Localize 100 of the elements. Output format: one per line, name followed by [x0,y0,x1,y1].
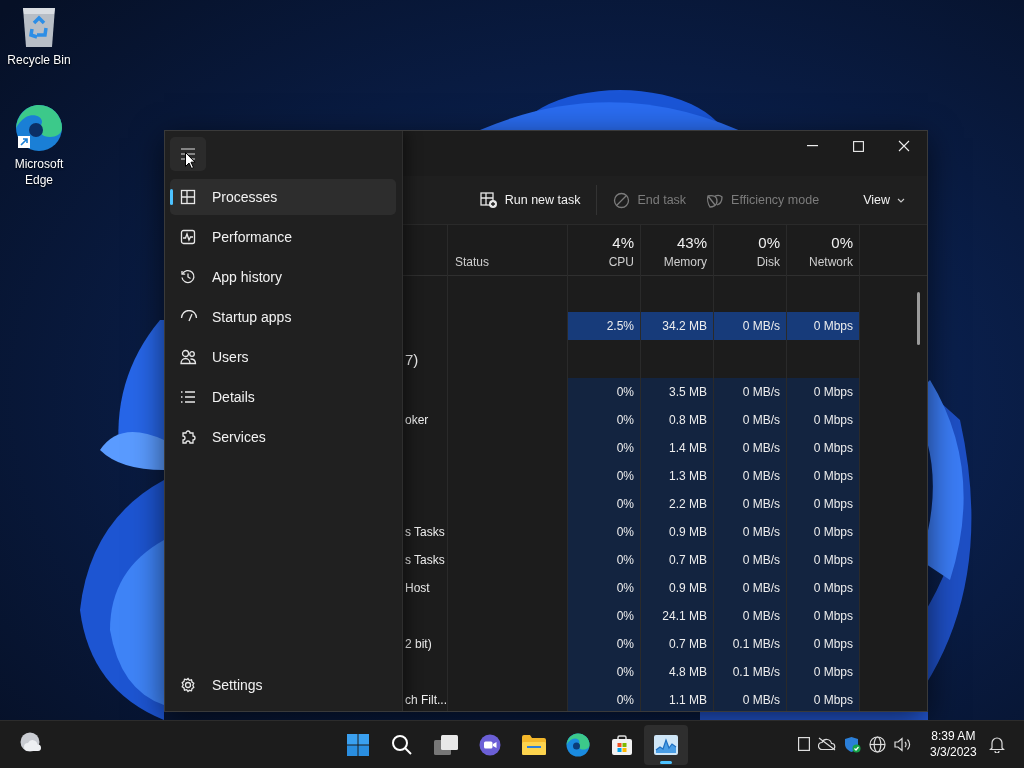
usage-cell: 0 Mbps [787,658,860,686]
usage-cell: 0.7 MB [641,630,714,658]
usage-cell: 0 Mbps [787,574,860,602]
nav-item[interactable]: Users [170,339,396,375]
column-label: Memory [663,255,707,269]
usage-percent: 0% [831,234,853,251]
usage-cell: 0.8 MB [641,406,714,434]
shortcut-label: Recycle Bin [7,52,71,68]
usage-percent: 43% [676,234,707,251]
column-label: Status [455,255,490,269]
usage-cell: 1.1 MB [641,686,714,711]
usage-cell: 0% [568,462,641,490]
shield-icon [844,735,861,753]
usage-cell: 2.5% [568,312,641,340]
usage-cell: 0 Mbps [787,490,860,518]
globe-icon [869,735,886,753]
usage-cell: 0 MB/s [714,602,787,630]
usage-cell: 0 Mbps [787,686,860,711]
browser-icon [15,104,63,152]
usage-cell: 0% [568,518,641,546]
usage-cell: 0 Mbps [787,546,860,574]
recycle-bin-icon [20,6,58,48]
folder-icon [522,735,546,755]
toolbar-button[interactable]: Run new task [471,185,589,215]
usage-percent: 0% [758,234,780,251]
usage-cell: 0% [568,490,641,518]
nav-item[interactable]: Startup apps [170,299,396,335]
users-icon [180,349,197,365]
nav-item[interactable]: Processes [170,179,396,215]
grid-icon [180,189,196,205]
usage-cell: 0.1 MB/s [714,658,787,686]
usage-cell: 0 MB/s [714,686,787,711]
view-menu-button[interactable]: View [855,187,913,213]
usage-cell: 24.1 MB [641,602,714,630]
usage-cell: 0 Mbps [787,434,860,462]
usage-cell: 0% [568,658,641,686]
group-heading: 7) [405,350,419,368]
weather-icon [19,732,43,754]
usage-cell: 0 MB/s [714,518,787,546]
nav-item[interactable]: Services [170,419,396,455]
usage-cell: 0 Mbps [787,630,860,658]
usage-cell: 0.1 MB/s [714,630,787,658]
usage-cell: 0 MB/s [714,378,787,406]
speedometer-icon [180,310,198,324]
usage-cell: 0.7 MB [641,546,714,574]
history-icon [180,269,196,285]
usage-cell: 4.8 MB [641,658,714,686]
usage-cell: 0 Mbps [787,462,860,490]
usage-cell: 0% [568,406,641,434]
process-name: ch Filt... [405,693,447,707]
usage-cell: 1.3 MB [641,462,714,490]
usage-cell: 0 Mbps [787,406,860,434]
usage-cell: 0 Mbps [787,378,860,406]
windows-icon [434,735,458,755]
usage-cell: 0 Mbps [787,602,860,630]
usage-cell: 0 MB/s [714,312,787,340]
minimize-icon [806,145,818,147]
usage-cell: 1.4 MB [641,434,714,462]
tablet-icon [798,737,810,751]
usage-cell: 0 Mbps [787,518,860,546]
usage-cell: 0% [568,378,641,406]
process-name: s Tasks [405,553,445,567]
taskbar-button[interactable] [644,725,688,765]
desktop-shortcut[interactable]: Microsoft Edge [0,104,78,188]
usage-cell: 0 MB/s [714,574,787,602]
process-name: oker [405,413,429,427]
menu-icon [180,148,196,160]
chevron-down-icon [897,197,905,203]
settings-nav-item[interactable]: Settings [170,667,396,703]
windows-logo-icon [347,734,369,756]
run-task-icon [479,191,498,209]
usage-cell: 0% [568,574,641,602]
close-icon [898,140,910,152]
nav-item[interactable]: Performance [170,219,396,255]
column-label: CPU [608,255,634,269]
prohibited-icon [613,191,631,209]
process-name: Host [405,581,430,595]
usage-cell: 0 Mbps [787,312,860,340]
cursor-icon [185,152,196,169]
speaker-icon [894,736,912,752]
cloud-off-icon [818,737,836,751]
usage-cell: 0% [568,630,641,658]
usage-cell: 0 MB/s [714,490,787,518]
menu-button[interactable] [170,137,206,171]
leaf-icon [706,192,725,208]
usage-cell: 0 MB/s [714,546,787,574]
usage-cell: 0% [568,602,641,630]
list-icon [180,390,196,404]
column-label: Network [809,255,853,269]
usage-cell: 0 MB/s [714,434,787,462]
scrollbar-thumb[interactable] [917,292,920,345]
notification-icon [989,736,1005,753]
usage-cell: 34.2 MB [641,312,714,340]
desktop-shortcut[interactable]: Recycle Bin [0,6,78,68]
usage-cell: 0% [568,434,641,462]
nav-item[interactable]: App history [170,259,396,295]
shortcut-label: Microsoft Edge [13,156,65,188]
usage-cell: 2.2 MB [641,490,714,518]
settings-icon [180,677,196,693]
nav-item[interactable]: Details [170,379,396,415]
